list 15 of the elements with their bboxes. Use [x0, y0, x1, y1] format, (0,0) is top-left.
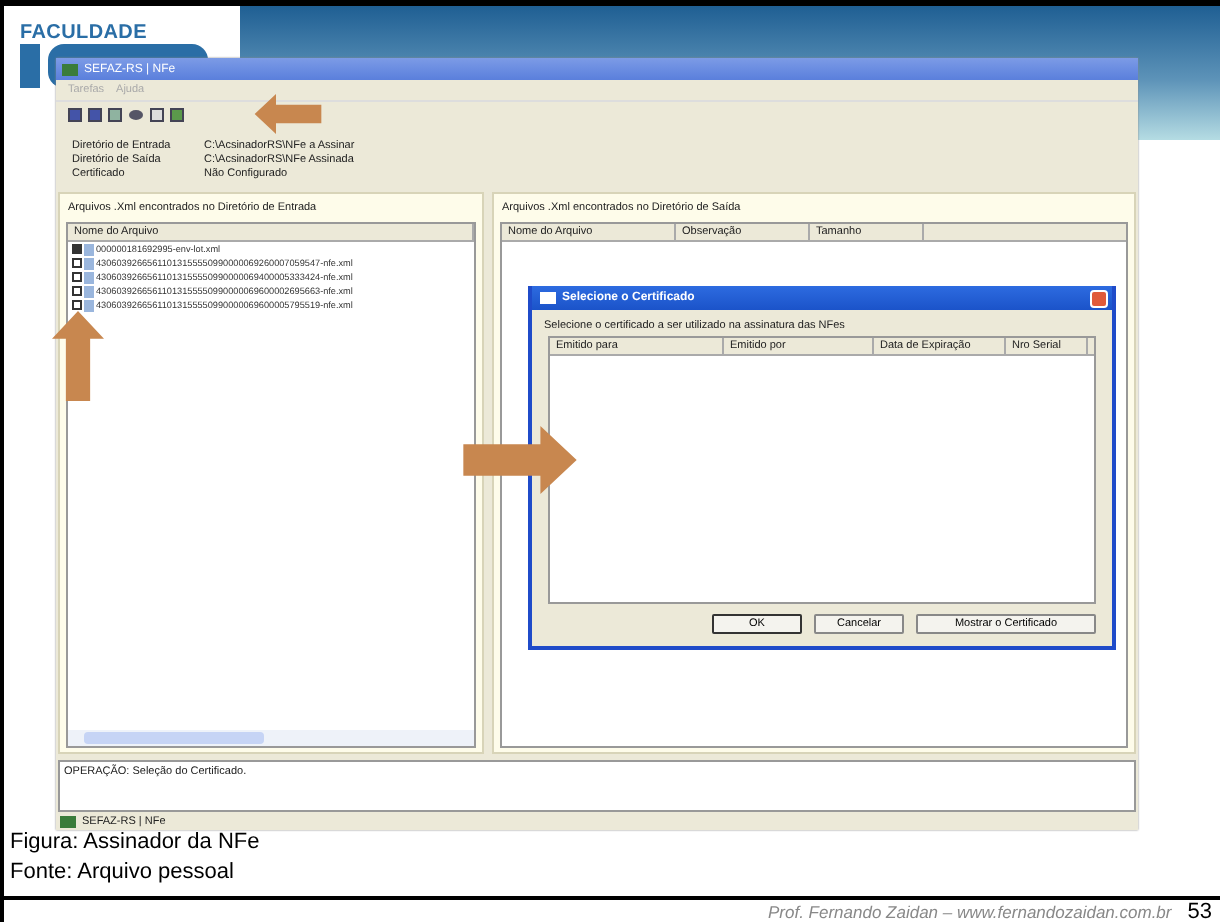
- card-icon: [540, 292, 556, 304]
- page-number: 53: [1187, 902, 1212, 922]
- close-button[interactable]: [1090, 289, 1108, 307]
- logo-text: FACULDADE: [20, 22, 149, 44]
- checkbox[interactable]: [72, 286, 82, 296]
- caption-text: Figura: Assinador da NFe: [10, 828, 262, 858]
- checkbox[interactable]: [72, 258, 82, 268]
- author-text: Prof. Fernando Zaidan – www.fernandozaidan.com.br: [767, 904, 1172, 922]
- checkbox[interactable]: [72, 300, 82, 310]
- checkbox[interactable]: [72, 244, 82, 254]
- app-icon: [60, 815, 76, 827]
- caption-text: Fonte: Arquivo pessoal: [10, 858, 236, 888]
- eye-icon[interactable]: [128, 108, 144, 122]
- checkbox[interactable]: [72, 272, 82, 282]
- app-icon: [62, 63, 78, 75]
